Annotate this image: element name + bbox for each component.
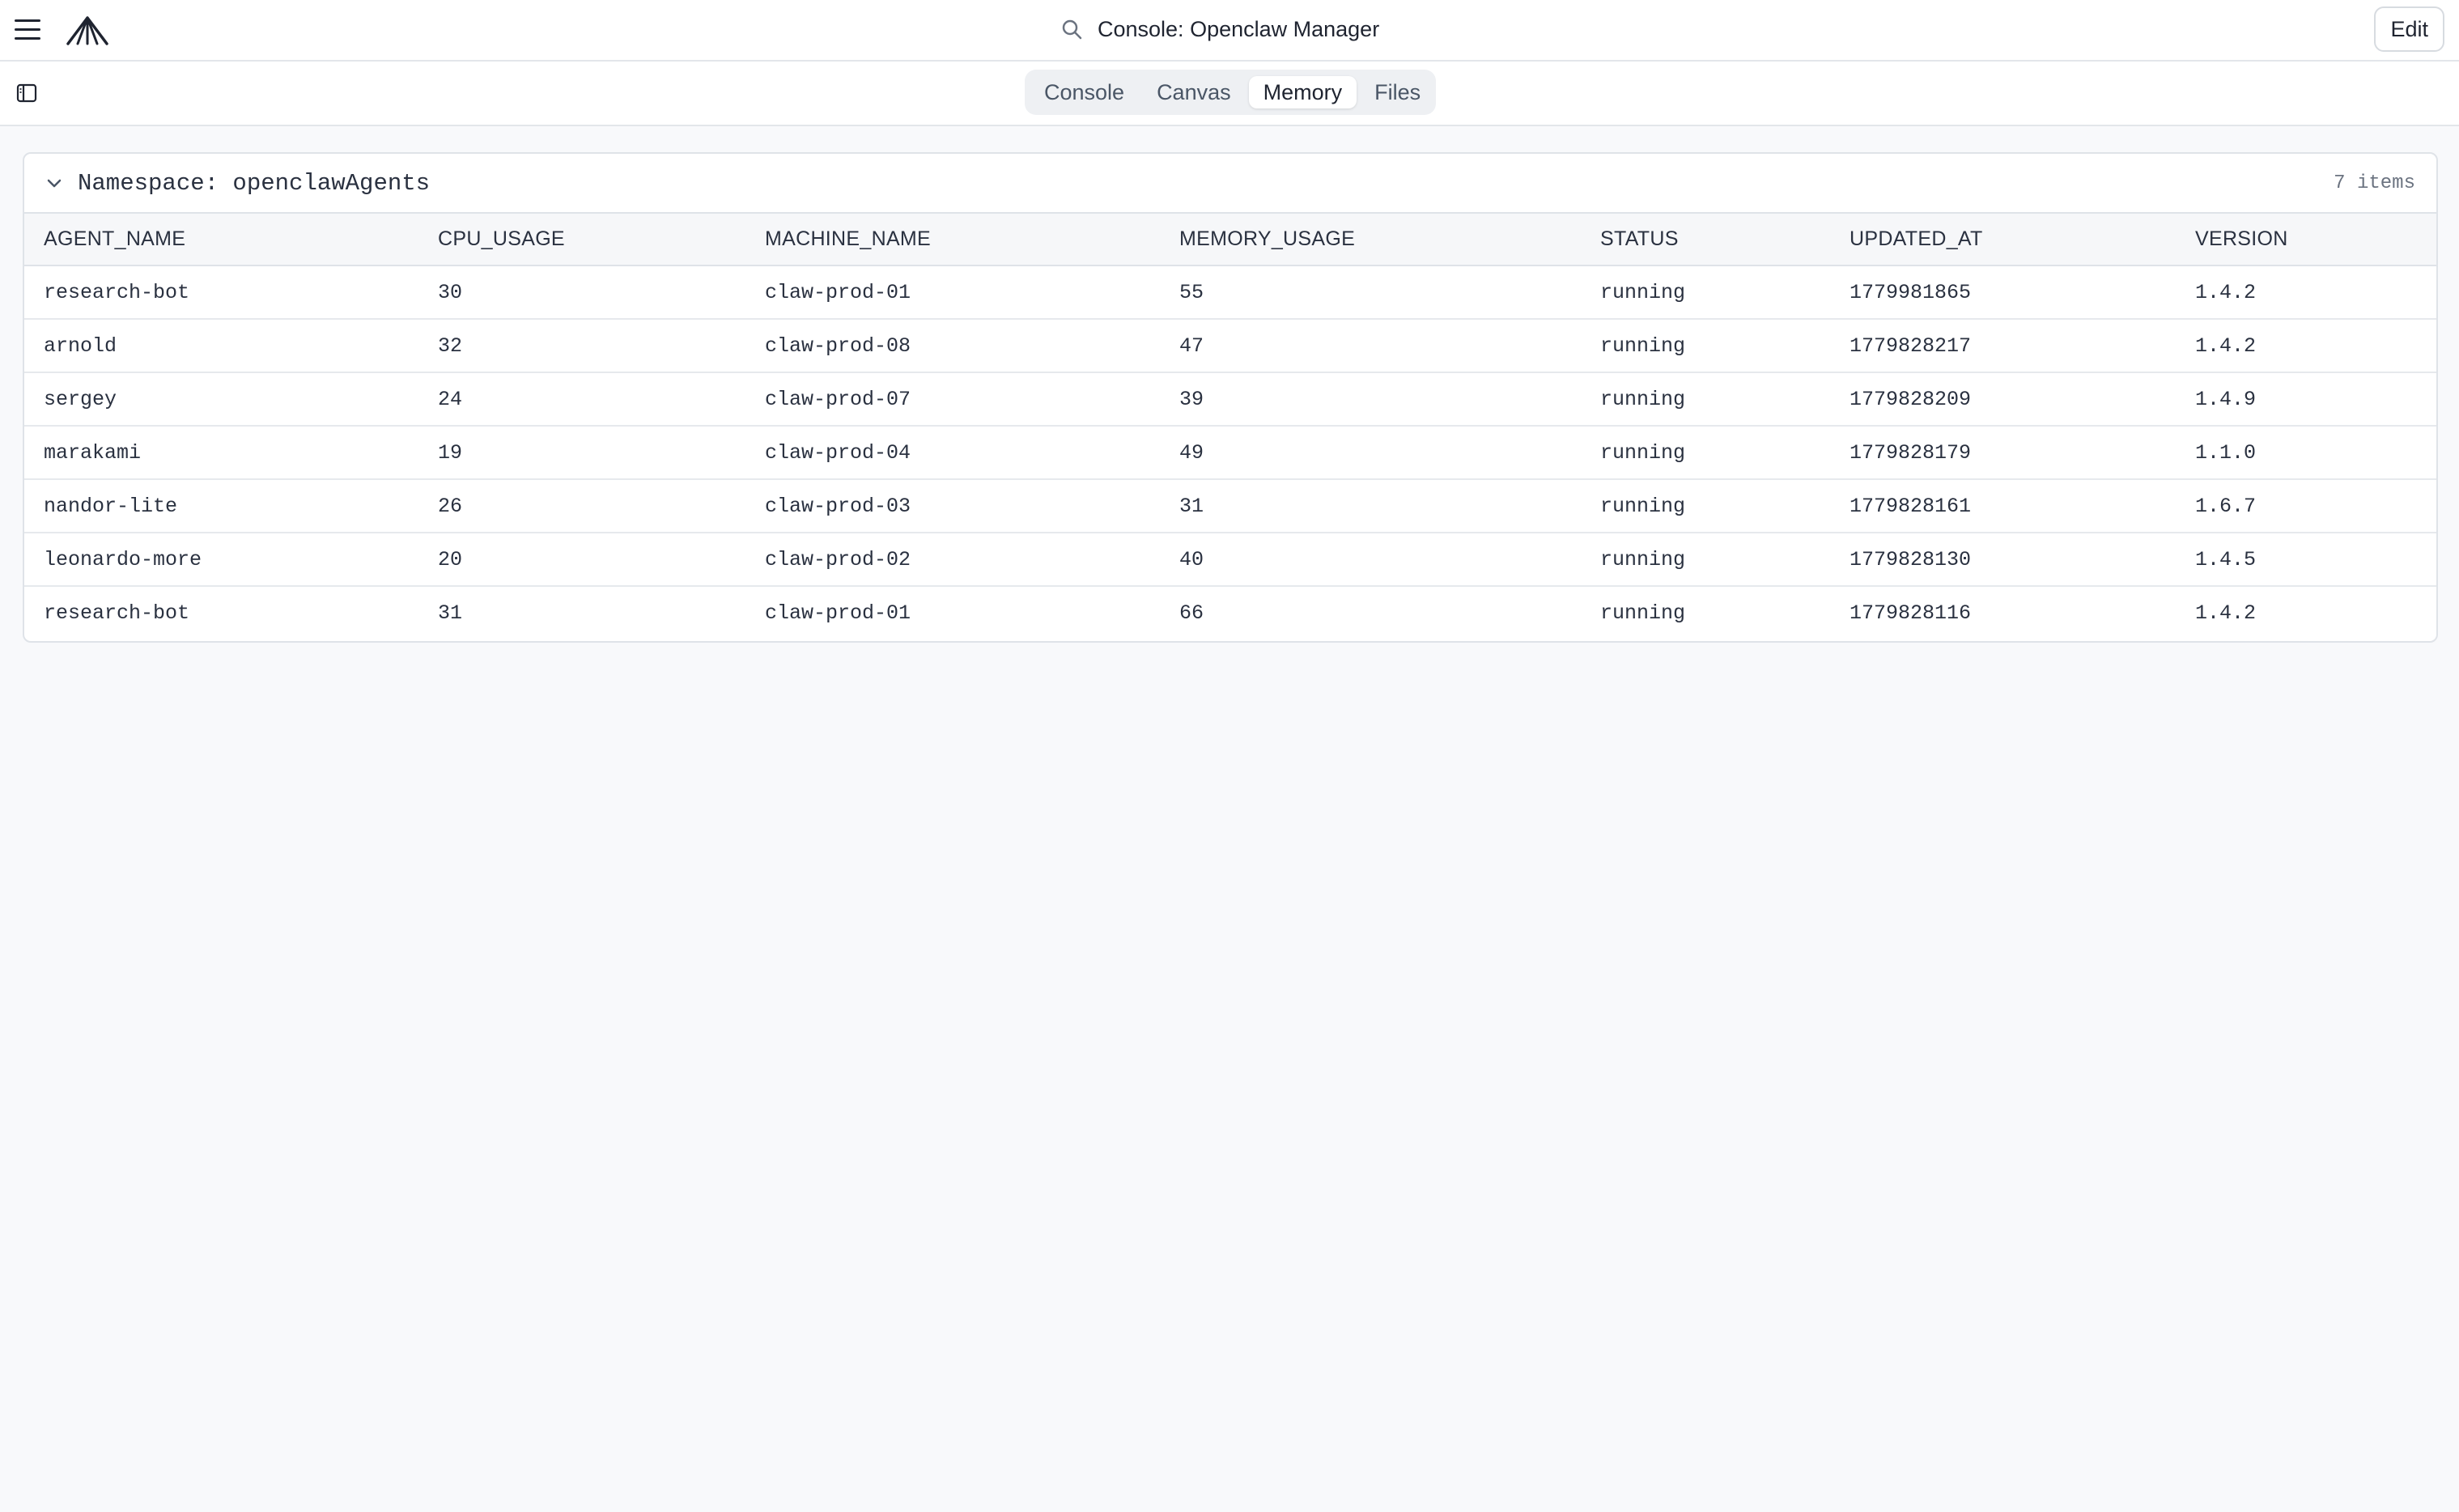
cell-memory-usage: 39 bbox=[1160, 372, 1581, 427]
cell-updated-at: 1779828209 bbox=[1830, 372, 2176, 427]
cell-version: 1.4.5 bbox=[2176, 533, 2436, 587]
column-header[interactable]: CPU_USAGE bbox=[418, 214, 745, 266]
cell-cpu-usage: 31 bbox=[438, 601, 463, 625]
cell-cpu-usage: 32 bbox=[418, 319, 745, 373]
cell-updated-at: 1779828116 bbox=[1850, 601, 1972, 625]
cell-agent-name: nandor-lite bbox=[24, 479, 418, 533]
app-logo[interactable] bbox=[65, 11, 110, 47]
table-row[interactable]: nandor-lite 26 claw-prod-03 31 running 1… bbox=[24, 479, 2436, 533]
cell-status: running bbox=[1600, 601, 1686, 625]
cell-agent-name: sergey bbox=[24, 372, 418, 427]
table-row[interactable]: research-bot 30 claw-prod-01 55 running … bbox=[24, 265, 2436, 320]
cell-updated-at: 1779828161 bbox=[1830, 479, 2176, 533]
cell-machine-name: claw-prod-07 bbox=[745, 372, 1160, 427]
cell-machine-name: claw-prod-01 bbox=[765, 601, 911, 625]
column-header[interactable]: AGENT_NAME bbox=[24, 214, 418, 266]
tab-canvas[interactable]: Canvas bbox=[1142, 76, 1246, 108]
cell-updated-at: 1779828217 bbox=[1830, 319, 2176, 373]
cell-version: 1.4.2 bbox=[2195, 601, 2257, 625]
cell-updated-at: 1779828130 bbox=[1830, 533, 2176, 587]
column-header[interactable]: STATUS bbox=[1581, 214, 1830, 266]
cell-machine-name: claw-prod-03 bbox=[745, 479, 1160, 533]
cell-agent-name: leonardo-more bbox=[24, 533, 418, 587]
column-header[interactable]: VERSION bbox=[2176, 214, 2436, 266]
cell-cpu-usage: 20 bbox=[418, 533, 745, 587]
cell-version: 1.1.0 bbox=[2176, 426, 2436, 480]
cell-updated-at: 1779981865 bbox=[1830, 265, 2176, 320]
cell-memory-usage: 55 bbox=[1160, 265, 1581, 320]
cell-machine-name: claw-prod-08 bbox=[745, 319, 1160, 373]
cell-machine-name: claw-prod-01 bbox=[745, 265, 1160, 320]
cell-status: running bbox=[1581, 372, 1830, 427]
cell-cpu-usage: 24 bbox=[418, 372, 745, 427]
cell-memory-usage: 40 bbox=[1160, 533, 1581, 587]
table-row[interactable]: research-bot 31 claw-prod-01 66 running … bbox=[24, 586, 2436, 639]
edit-button[interactable]: Edit bbox=[2374, 6, 2444, 52]
view-tabs: Console Canvas Memory Files bbox=[1025, 70, 1436, 115]
cell-status: running bbox=[1581, 319, 1830, 373]
item-count: 7 items bbox=[2334, 172, 2415, 194]
cell-agent-name: research-bot bbox=[44, 601, 190, 625]
hamburger-menu-icon[interactable] bbox=[15, 15, 44, 44]
cell-memory-usage: 31 bbox=[1160, 479, 1581, 533]
cell-version: 1.4.9 bbox=[2176, 372, 2436, 427]
view-switcher-bar: Console Canvas Memory Files bbox=[0, 62, 2459, 126]
cell-memory-usage: 47 bbox=[1160, 319, 1581, 373]
column-header[interactable]: UPDATED_AT bbox=[1830, 214, 2176, 266]
cell-status: running bbox=[1581, 265, 1830, 320]
cell-machine-name: claw-prod-04 bbox=[745, 426, 1160, 480]
cell-cpu-usage: 30 bbox=[418, 265, 745, 320]
page-title-search[interactable]: Console: Openclaw Manager bbox=[1060, 0, 1379, 58]
cell-memory-usage: 49 bbox=[1160, 426, 1581, 480]
table-row[interactable]: sergey 24 claw-prod-07 39 running 177982… bbox=[24, 372, 2436, 427]
namespace-card: Namespace: openclawAgents 7 items AGENT_… bbox=[23, 152, 2438, 643]
cell-status: running bbox=[1581, 479, 1830, 533]
cell-status: running bbox=[1581, 426, 1830, 480]
cell-agent-name: marakami bbox=[24, 426, 418, 480]
page-title: Console: Openclaw Manager bbox=[1098, 16, 1380, 41]
cell-version: 1.4.2 bbox=[2176, 265, 2436, 320]
table-header-row: AGENT_NAME CPU_USAGE MACHINE_NAME MEMORY… bbox=[24, 214, 2436, 266]
cell-cpu-usage: 26 bbox=[418, 479, 745, 533]
cell-agent-name: research-bot bbox=[24, 265, 418, 320]
tab-files[interactable]: Files bbox=[1360, 76, 1435, 108]
column-header[interactable]: MACHINE_NAME bbox=[745, 214, 1160, 266]
cell-memory-usage: 66 bbox=[1179, 601, 1204, 625]
table-row[interactable]: leonardo-more 20 claw-prod-02 40 running… bbox=[24, 533, 2436, 587]
sidebar-panel-icon[interactable] bbox=[16, 83, 37, 104]
tab-memory[interactable]: Memory bbox=[1248, 76, 1357, 108]
cell-version: 1.4.2 bbox=[2176, 319, 2436, 373]
namespace-title: Namespace: openclawAgents bbox=[78, 169, 431, 197]
namespace-toggle[interactable]: Namespace: openclawAgents bbox=[45, 170, 430, 197]
table-row[interactable]: arnold 32 claw-prod-08 47 running 177982… bbox=[24, 319, 2436, 373]
top-bar: Console: Openclaw Manager Edit bbox=[0, 0, 2459, 62]
cell-cpu-usage: 19 bbox=[418, 426, 745, 480]
namespace-header: Namespace: openclawAgents 7 items bbox=[24, 154, 2436, 214]
column-header[interactable]: MEMORY_USAGE bbox=[1160, 214, 1581, 266]
tab-console[interactable]: Console bbox=[1030, 76, 1139, 108]
search-icon bbox=[1062, 19, 1082, 40]
agents-table: AGENT_NAME CPU_USAGE MACHINE_NAME MEMORY… bbox=[24, 214, 2436, 639]
cell-updated-at: 1779828179 bbox=[1830, 426, 2176, 480]
cell-status: running bbox=[1581, 533, 1830, 587]
table-row[interactable]: marakami 19 claw-prod-04 49 running 1779… bbox=[24, 426, 2436, 480]
chevron-down-icon bbox=[47, 179, 62, 188]
cell-version: 1.6.7 bbox=[2176, 479, 2436, 533]
cell-machine-name: claw-prod-02 bbox=[745, 533, 1160, 587]
cell-agent-name: arnold bbox=[24, 319, 418, 373]
